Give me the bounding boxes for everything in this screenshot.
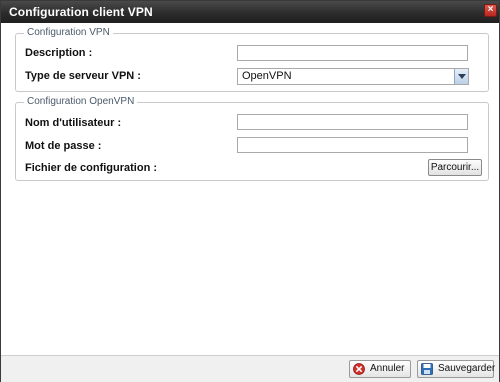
username-label: Nom d'utilisateur :	[25, 117, 122, 129]
openvpn-config-legend: Configuration OpenVPN	[24, 96, 138, 107]
dialog-footer: Annuler Sauvegarder	[1, 355, 499, 382]
config-file-label: Fichier de configuration :	[25, 162, 158, 174]
openvpn-config-group: Configuration OpenVPN Nom d'utilisateur …	[15, 96, 489, 181]
dialog-body: Configuration VPN Description : Type de …	[1, 23, 499, 355]
close-button[interactable]: ×	[484, 4, 497, 17]
dialog-title: Configuration client VPN	[9, 5, 153, 19]
save-button[interactable]: Sauvegarder	[417, 360, 496, 378]
floppy-disk-icon	[421, 363, 433, 375]
password-input[interactable]	[237, 137, 468, 153]
server-type-label: Type de serveur VPN :	[25, 70, 141, 82]
cancel-button[interactable]: Annuler	[349, 360, 411, 378]
description-label: Description :	[25, 47, 93, 59]
save-label: Sauvegarder	[438, 363, 496, 374]
server-type-value: OpenVPN	[242, 70, 292, 82]
cancel-label: Annuler	[370, 363, 405, 374]
vpn-client-dialog: Configuration client VPN × Configuration…	[0, 0, 500, 382]
title-bar[interactable]: Configuration client VPN ×	[1, 1, 499, 23]
chevron-down-icon[interactable]	[454, 69, 468, 84]
browse-button[interactable]: Parcourir...	[428, 159, 482, 176]
close-icon: ×	[487, 4, 494, 15]
description-input[interactable]	[237, 45, 468, 61]
vpn-config-group: Configuration VPN Description : Type de …	[15, 27, 489, 92]
password-label: Mot de passe :	[25, 140, 102, 152]
username-input[interactable]	[237, 114, 468, 130]
cancel-icon	[353, 363, 365, 375]
server-type-select[interactable]: OpenVPN	[237, 68, 469, 85]
vpn-config-legend: Configuration VPN	[24, 27, 113, 38]
